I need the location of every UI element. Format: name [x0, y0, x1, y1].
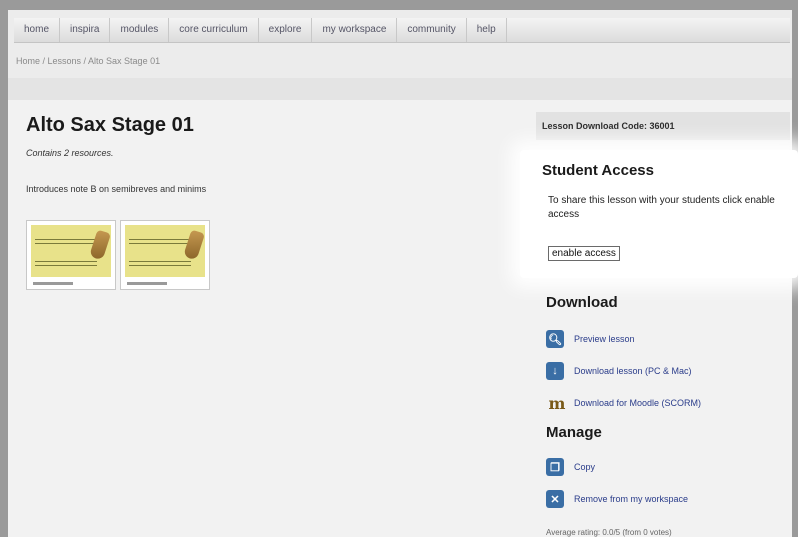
manage-heading: Manage — [546, 424, 602, 441]
nav-item-inspira[interactable]: inspira — [60, 18, 111, 42]
download-arrow-icon[interactable]: ↓ — [546, 362, 564, 380]
copy-icon[interactable]: ❐ — [546, 458, 564, 476]
nav-item-my-workspace[interactable]: my workspace — [312, 18, 398, 42]
preview-lesson-link-row[interactable]: 🔍︎ Preview lesson — [546, 330, 635, 348]
remove-from-workspace-link[interactable]: Remove from my workspace — [574, 494, 688, 504]
nav-item-core-curriculum[interactable]: core curriculum — [169, 18, 259, 42]
top-nav: home inspira modules core curriculum exp… — [14, 18, 790, 43]
left-shade — [0, 0, 8, 537]
rating-text: Average rating: 0.0/5 (from 0 votes) — [546, 528, 672, 537]
nav-item-help[interactable]: help — [467, 18, 507, 42]
download-heading: Download — [546, 294, 618, 311]
copy-link[interactable]: Copy — [574, 462, 595, 472]
sheet-music-image — [125, 225, 205, 277]
nav-item-home[interactable]: home — [14, 18, 61, 42]
enable-access-button[interactable]: enable access — [548, 246, 620, 261]
breadcrumb[interactable]: Home / Lessons / Alto Sax Stage 01 — [16, 56, 160, 66]
magnifier-icon[interactable]: 🔍︎ — [546, 330, 564, 348]
moodle-icon[interactable]: m — [546, 394, 568, 413]
download-moodle-link-row[interactable]: m Download for Moodle (SCORM) — [546, 394, 702, 413]
saxophone-icon — [183, 229, 205, 261]
student-access-text: To share this lesson with your students … — [548, 195, 775, 220]
lesson-description: Introduces note B on semibreves and mini… — [26, 184, 207, 194]
nav-item-modules[interactable]: modules — [110, 18, 170, 42]
resource-thumbnail-1[interactable] — [26, 220, 116, 290]
nav-item-explore[interactable]: explore — [259, 18, 313, 42]
remove-icon[interactable]: ✕ — [546, 490, 564, 508]
page-title: Alto Sax Stage 01 — [26, 114, 194, 136]
download-lesson-link[interactable]: Download lesson (PC & Mac) — [574, 366, 692, 376]
remove-link-row[interactable]: ✕ Remove from my workspace — [546, 490, 688, 508]
nav-item-community[interactable]: community — [397, 18, 467, 42]
resource-count: Contains 2 resources. — [26, 148, 114, 158]
sheet-music-image — [31, 225, 111, 277]
download-moodle-link[interactable]: Download for Moodle (SCORM) — [574, 398, 701, 408]
top-shade — [0, 0, 798, 10]
preview-lesson-link[interactable]: Preview lesson — [574, 334, 635, 344]
download-lesson-link-row[interactable]: ↓ Download lesson (PC & Mac) — [546, 362, 692, 380]
download-code: Lesson Download Code: 36001 — [536, 112, 790, 140]
page-frame: home inspira modules core curriculum exp… — [0, 0, 798, 537]
saxophone-icon — [89, 229, 111, 261]
resource-thumbnail-2[interactable] — [120, 220, 210, 290]
student-access-title: Student Access — [542, 162, 654, 179]
header-band — [8, 78, 792, 100]
copy-link-row[interactable]: ❐ Copy — [546, 458, 595, 476]
